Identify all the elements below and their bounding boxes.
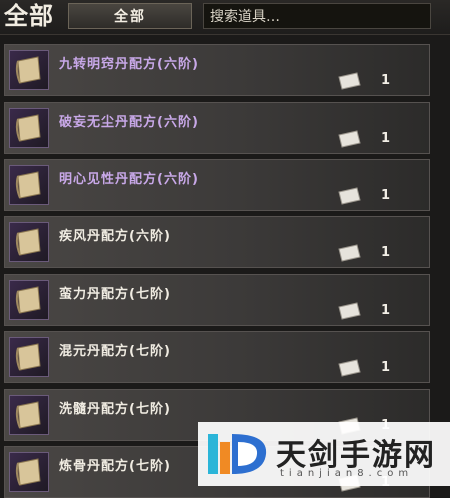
site-logo-icon xyxy=(208,434,267,474)
filter-all-button[interactable]: 全部 xyxy=(68,3,192,29)
scroll-icon xyxy=(9,165,49,205)
item-count: 1 xyxy=(381,360,391,375)
list-item[interactable]: 九转明窍丹配方(六阶) 1 xyxy=(4,44,430,96)
watermark-url: tianjian8.com xyxy=(280,468,414,479)
item-name: 明心见性丹配方(六阶) xyxy=(59,172,199,187)
item-name: 混元丹配方(七阶) xyxy=(59,344,171,359)
scroll-icon xyxy=(9,452,49,492)
scroll-icon xyxy=(9,222,49,262)
item-name: 蛮力丹配方(七阶) xyxy=(59,287,171,302)
recipe-ticket-icon xyxy=(338,359,361,377)
scroll-icon xyxy=(9,337,49,377)
item-name: 洗髓丹配方(七阶) xyxy=(59,402,171,417)
watermark: 天剑手游网 tianjian8.com xyxy=(198,422,450,486)
scroll-icon xyxy=(9,395,49,435)
recipe-ticket-icon xyxy=(338,244,361,262)
list-item[interactable]: 疾风丹配方(六阶) 1 xyxy=(4,216,430,268)
search-input[interactable]: 搜索道具… xyxy=(203,3,431,29)
list-item[interactable]: 蛮力丹配方(七阶) 1 xyxy=(4,274,430,326)
scroll-icon xyxy=(9,50,49,90)
item-name: 炼骨丹配方(七阶) xyxy=(59,459,171,474)
recipe-ticket-icon xyxy=(338,130,361,148)
item-name: 破妄无尘丹配方(六阶) xyxy=(59,115,199,130)
category-title: 全部 xyxy=(4,2,54,30)
recipe-ticket-icon xyxy=(338,187,361,205)
list-item[interactable]: 破妄无尘丹配方(六阶) 1 xyxy=(4,102,430,154)
item-count: 1 xyxy=(381,188,391,203)
recipe-ticket-icon xyxy=(338,302,361,320)
scroll-icon xyxy=(9,108,49,148)
item-count: 1 xyxy=(381,73,391,88)
item-count: 1 xyxy=(381,303,391,318)
item-name: 九转明窍丹配方(六阶) xyxy=(59,57,199,72)
item-count: 1 xyxy=(381,131,391,146)
item-count: 1 xyxy=(381,245,391,260)
list-item[interactable]: 明心见性丹配方(六阶) 1 xyxy=(4,159,430,211)
scroll-icon xyxy=(9,280,49,320)
recipe-ticket-icon xyxy=(338,72,361,90)
list-item[interactable]: 混元丹配方(七阶) 1 xyxy=(4,331,430,383)
top-bar: 全部 全部 搜索道具… xyxy=(0,0,450,35)
item-name: 疾风丹配方(六阶) xyxy=(59,229,171,244)
